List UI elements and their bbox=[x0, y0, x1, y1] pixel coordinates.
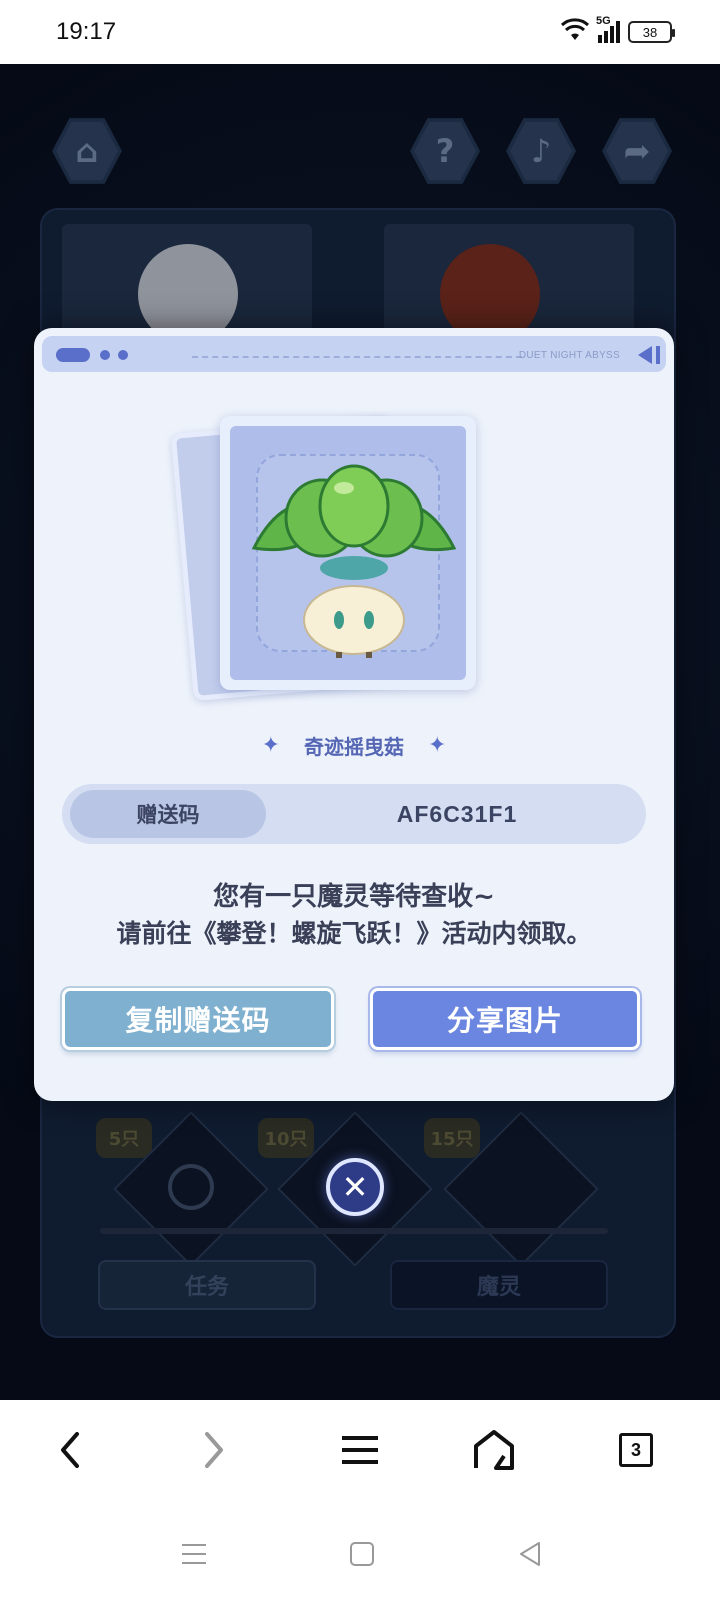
battery-level: 38 bbox=[642, 24, 658, 40]
item-name-row: ✦ 奇迹摇曳菇 ✦ bbox=[34, 730, 674, 760]
tab-spirit[interactable]: 魔灵 bbox=[390, 1260, 608, 1310]
modal-header: DUET NIGHT ABYSS bbox=[42, 336, 666, 372]
message-line-2: 请前往《攀登！螺旋飞跃！》活动内领取。 bbox=[116, 919, 592, 948]
header-pill bbox=[56, 348, 90, 362]
spirit-tab-label: 魔灵 bbox=[476, 1275, 521, 1300]
reward-chip: 5只 bbox=[96, 1118, 152, 1158]
share-hex-button[interactable]: ➦ bbox=[602, 118, 672, 184]
header-arrow-icon bbox=[638, 346, 652, 364]
gift-code-modal: DUET NIGHT ABYSS ✦ 奇迹摇曳菇 ✦ 赠送码 AF6C31F1 … bbox=[34, 328, 674, 1101]
task-tab-label: 任务 bbox=[184, 1275, 229, 1300]
triangle-back-icon bbox=[520, 1542, 540, 1566]
header-dot bbox=[118, 350, 128, 360]
header-bar bbox=[656, 346, 660, 364]
music-hex-button[interactable]: ♪ bbox=[506, 118, 576, 184]
forward-button[interactable] bbox=[184, 1420, 244, 1480]
browser-toolbar: 3 bbox=[0, 1400, 720, 1510]
home-icon: ⌂ bbox=[75, 132, 99, 170]
share-image-button[interactable]: 分享图片 bbox=[370, 988, 640, 1050]
share-image-label: 分享图片 bbox=[446, 1004, 563, 1037]
browser-home-button[interactable] bbox=[464, 1420, 524, 1480]
system-home-button[interactable] bbox=[332, 1524, 392, 1584]
reward-chip: 15只 bbox=[424, 1118, 480, 1158]
header-divider bbox=[192, 356, 522, 358]
header-dot bbox=[100, 350, 110, 360]
forward-icon bbox=[205, 1432, 223, 1468]
home-icon bbox=[474, 1430, 514, 1470]
sparkle-icon: ✦ bbox=[261, 732, 280, 758]
system-back-button[interactable] bbox=[500, 1524, 560, 1584]
close-button[interactable]: ✕ bbox=[326, 1158, 384, 1216]
tab-task[interactable]: 任务 bbox=[98, 1260, 316, 1310]
status-bar: 19:17 5G 38 bbox=[0, 0, 720, 64]
question-icon: ? bbox=[435, 132, 455, 170]
share-icon: ➦ bbox=[623, 132, 651, 170]
sparkle-icon: ✦ bbox=[428, 732, 447, 758]
recent-apps-icon bbox=[182, 1544, 206, 1564]
header-brand: DUET NIGHT ABYSS bbox=[518, 350, 620, 361]
signal-icon: 5G bbox=[596, 15, 620, 43]
music-icon: ♪ bbox=[530, 132, 552, 170]
recent-apps-button[interactable] bbox=[164, 1524, 224, 1584]
status-time: 19:17 bbox=[56, 18, 117, 45]
battery-indicator: 38 bbox=[628, 21, 675, 43]
help-hex-button[interactable]: ? bbox=[410, 118, 480, 184]
tab-count: 3 bbox=[619, 1433, 653, 1467]
close-icon: ✕ bbox=[341, 1168, 369, 1206]
reward-progress-track bbox=[100, 1228, 608, 1234]
tabs-button[interactable]: 3 bbox=[606, 1420, 666, 1480]
check-icon bbox=[168, 1164, 214, 1210]
gift-code-bar: 赠送码 AF6C31F1 bbox=[62, 784, 646, 844]
wifi-icon bbox=[560, 18, 590, 46]
gift-code-label: 赠送码 bbox=[70, 790, 266, 838]
message-line-1: 您有一只魔灵等待查收~ bbox=[213, 882, 495, 912]
status-icons: 5G 38 bbox=[560, 15, 675, 46]
system-navigation-bar bbox=[0, 1510, 720, 1600]
home-hex-button[interactable]: ⌂ bbox=[52, 118, 122, 184]
back-button[interactable] bbox=[40, 1420, 100, 1480]
item-name: 奇迹摇曳菇 bbox=[304, 734, 404, 759]
gift-code-value[interactable]: AF6C31F1 bbox=[292, 784, 622, 844]
copy-code-button[interactable]: 复制赠送码 bbox=[62, 988, 334, 1050]
square-icon bbox=[350, 1542, 374, 1566]
menu-icon bbox=[342, 1436, 378, 1464]
back-icon bbox=[61, 1432, 79, 1468]
reward-chip: 10只 bbox=[258, 1118, 314, 1158]
menu-button[interactable] bbox=[330, 1420, 390, 1480]
copy-code-label: 复制赠送码 bbox=[125, 1004, 271, 1037]
mushroom-spirit-image bbox=[251, 464, 457, 658]
network-type: 5G bbox=[596, 15, 611, 27]
